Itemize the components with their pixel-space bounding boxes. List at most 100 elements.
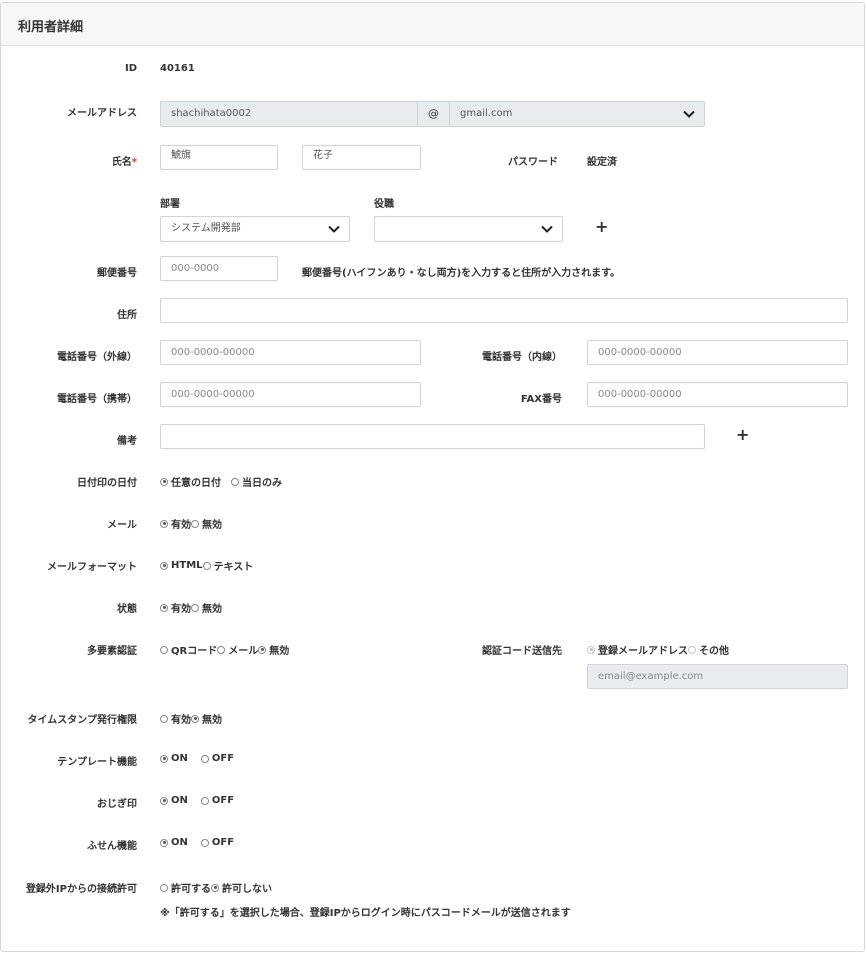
email-domain-select[interactable]: gmail.com bbox=[449, 101, 705, 127]
radio-button[interactable] bbox=[587, 645, 595, 654]
auth-dest-email-input[interactable]: email@example.com bbox=[587, 664, 848, 689]
status-disabled-option[interactable]: 無効 bbox=[191, 600, 222, 615]
option-label: 当日のみ bbox=[242, 478, 282, 489]
ojigi-off-option[interactable]: OFF bbox=[200, 795, 234, 806]
option-label: ON bbox=[171, 753, 188, 764]
template-options: ON OFF bbox=[160, 753, 234, 764]
radio-button[interactable] bbox=[200, 796, 209, 805]
auth-dest-other-option[interactable]: その他 bbox=[688, 642, 729, 657]
add-memo-button[interactable]: + bbox=[736, 427, 749, 443]
radio-button[interactable] bbox=[160, 754, 168, 763]
radio-button[interactable] bbox=[160, 645, 168, 654]
timestamp-enabled-option[interactable]: 有効 bbox=[160, 711, 191, 726]
radio-button[interactable] bbox=[211, 883, 219, 892]
radio-button[interactable] bbox=[160, 477, 168, 486]
mail-format-html-option[interactable]: HTML bbox=[160, 560, 203, 571]
sticky-options: ON OFF bbox=[160, 837, 234, 848]
auth-dest-options: 登録メールアドレス その他 bbox=[587, 642, 729, 657]
radio-button[interactable] bbox=[200, 754, 209, 763]
radio-button[interactable] bbox=[200, 838, 209, 847]
position-select[interactable] bbox=[374, 216, 563, 242]
option-label: OFF bbox=[211, 753, 235, 764]
auth-dest-email-placeholder: email@example.com bbox=[598, 671, 704, 682]
option-label: 無効 bbox=[202, 715, 222, 726]
phone-ext-placeholder: 000-0000-00000 bbox=[171, 347, 255, 358]
memo-input[interactable] bbox=[160, 424, 705, 449]
radio-button[interactable] bbox=[202, 561, 211, 570]
phone-int-placeholder: 000-0000-00000 bbox=[598, 347, 682, 358]
postal-label: 郵便番号 bbox=[97, 268, 137, 279]
mfa-mail-option[interactable]: メール bbox=[217, 642, 258, 657]
email-local-input[interactable]: shachihata0002 bbox=[160, 101, 418, 127]
external-ip-options: 許可する 許可しない bbox=[160, 880, 272, 895]
mail-format-options: HTML テキスト bbox=[160, 558, 253, 573]
memo-label: 備考 bbox=[117, 436, 137, 447]
radio-button[interactable] bbox=[191, 603, 199, 612]
radio-button[interactable] bbox=[160, 519, 168, 528]
radio-button[interactable] bbox=[191, 714, 199, 723]
mail-disabled-option[interactable]: 無効 bbox=[191, 516, 222, 531]
phone-ext-input[interactable]: 000-0000-00000 bbox=[160, 340, 421, 365]
radio-button[interactable] bbox=[160, 714, 168, 723]
mfa-disabled-option[interactable]: 無効 bbox=[258, 642, 289, 657]
fax-input[interactable]: 000-0000-00000 bbox=[587, 382, 848, 407]
radio-button[interactable] bbox=[160, 796, 168, 805]
external-ip-allow-option[interactable]: 許可する bbox=[160, 880, 211, 895]
mail-format-text-option[interactable]: テキスト bbox=[202, 558, 254, 573]
id-value: 40161 bbox=[160, 63, 195, 74]
name-label: 氏名* bbox=[112, 153, 137, 168]
mfa-qr-option[interactable]: QRコード bbox=[160, 642, 217, 657]
auth-dest-registered-option[interactable]: 登録メールアドレス bbox=[587, 642, 688, 657]
mfa-options: QRコード メール 無効 bbox=[160, 642, 289, 657]
radio-button[interactable] bbox=[217, 645, 226, 654]
email-label: メールアドレス bbox=[67, 108, 137, 119]
ojigi-options: ON OFF bbox=[160, 795, 234, 806]
stamp-date-any-option[interactable]: 任意の日付 bbox=[160, 474, 221, 489]
status-label: 状態 bbox=[117, 604, 137, 615]
radio-button[interactable] bbox=[191, 519, 199, 528]
external-ip-label: 登録外IPからの接続許可 bbox=[25, 884, 137, 895]
option-label: テキスト bbox=[213, 562, 254, 573]
timestamp-label: タイムスタンプ発行権限 bbox=[27, 715, 138, 726]
first-name-input[interactable]: 花子 bbox=[302, 145, 421, 170]
last-name-input[interactable]: 鯱旗 bbox=[160, 145, 278, 170]
template-on-option[interactable]: ON bbox=[160, 753, 188, 764]
option-label: 許可する bbox=[171, 884, 211, 895]
mfa-label: 多要素認証 bbox=[87, 646, 137, 657]
add-department-button[interactable]: + bbox=[595, 219, 608, 235]
phone-mobile-input[interactable]: 000-0000-00000 bbox=[160, 382, 421, 407]
address-input[interactable] bbox=[160, 298, 848, 323]
auth-dest-label: 認証コード送信先 bbox=[482, 646, 562, 657]
chevron-down-icon bbox=[683, 110, 695, 118]
radio-button[interactable] bbox=[160, 603, 168, 612]
postal-input[interactable]: 000-0000 bbox=[160, 256, 278, 281]
stamp-date-options: 任意の日付 当日のみ bbox=[160, 474, 282, 489]
radio-button[interactable] bbox=[160, 561, 168, 570]
external-ip-note: ※「許可する」を選択した場合、登録IPからログイン時にパスコードメールが送信され… bbox=[160, 908, 571, 919]
timestamp-disabled-option[interactable]: 無効 bbox=[191, 711, 222, 726]
option-label: 許可しない bbox=[222, 884, 272, 895]
phone-ext-label: 電話番号（外線） bbox=[57, 352, 137, 363]
stamp-date-today-option[interactable]: 当日のみ bbox=[231, 474, 282, 489]
at-addon: @ bbox=[417, 101, 450, 127]
department-select[interactable]: システム開発部 bbox=[160, 216, 350, 242]
option-label: 登録メールアドレス bbox=[598, 646, 688, 657]
template-off-option[interactable]: OFF bbox=[200, 753, 235, 764]
radio-button[interactable] bbox=[688, 645, 696, 654]
mail-enabled-option[interactable]: 有効 bbox=[160, 516, 191, 531]
radio-button[interactable] bbox=[231, 477, 239, 486]
required-mark: * bbox=[131, 157, 137, 168]
radio-button[interactable] bbox=[258, 645, 267, 654]
password-label: パスワード bbox=[508, 157, 558, 168]
address-label: 住所 bbox=[117, 310, 137, 321]
external-ip-deny-option[interactable]: 許可しない bbox=[211, 880, 272, 895]
phone-int-input[interactable]: 000-0000-00000 bbox=[587, 340, 848, 365]
radio-button[interactable] bbox=[160, 838, 168, 847]
sticky-on-option[interactable]: ON bbox=[160, 837, 188, 848]
template-label: テンプレート機能 bbox=[57, 757, 137, 768]
radio-button[interactable] bbox=[160, 883, 168, 892]
ojigi-on-option[interactable]: ON bbox=[160, 795, 188, 806]
sticky-off-option[interactable]: OFF bbox=[200, 837, 234, 848]
department-value: システム開発部 bbox=[171, 223, 241, 234]
status-enabled-option[interactable]: 有効 bbox=[160, 600, 191, 615]
